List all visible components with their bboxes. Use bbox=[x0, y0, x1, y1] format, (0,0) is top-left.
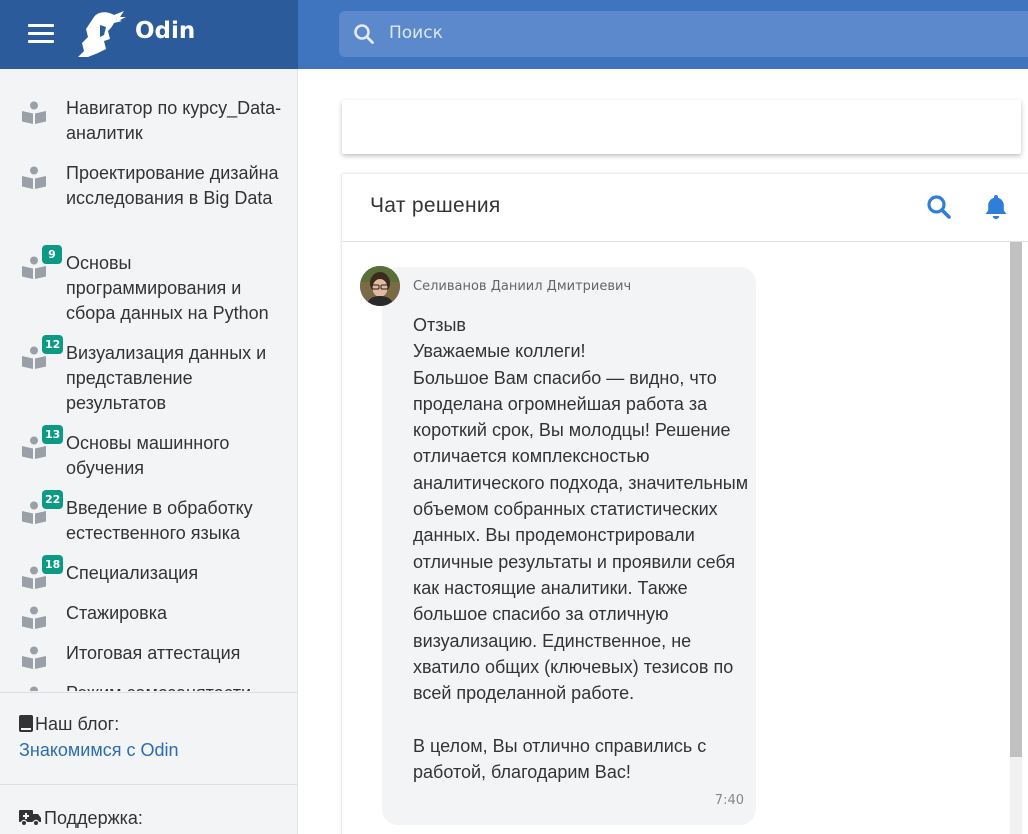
sidebar-nav-item-label: Специализация bbox=[66, 563, 199, 583]
sidebar-nav-item-label: Режим самозанятости bbox=[66, 681, 286, 691]
chat-scrollbar-thumb[interactable] bbox=[1010, 242, 1022, 757]
book-reader-icon bbox=[22, 646, 46, 669]
chat-panel: Чат решения Селиванов Даниил Дмитриевич … bbox=[342, 174, 1028, 834]
odin-logo-icon bbox=[78, 11, 126, 57]
course-nav-list: Навигатор по курсу_Data-аналитик Проектир… bbox=[0, 69, 298, 691]
search-input[interactable]: Поиск bbox=[339, 11, 1028, 57]
blog-link[interactable]: Знакомимся с Odin bbox=[19, 740, 179, 761]
sidebar-divider bbox=[0, 692, 298, 693]
chat-message-bubble: Селиванов Даниил Дмитриевич Отзыв Уважае… bbox=[382, 267, 756, 825]
main-content: Чат решения Селиванов Даниил Дмитриевич … bbox=[299, 69, 1028, 834]
sidebar-divider bbox=[0, 784, 298, 785]
book-reader-icon bbox=[22, 166, 46, 189]
hamburger-menu-icon[interactable] bbox=[28, 24, 54, 44]
unread-count-badge: 9 bbox=[42, 245, 62, 264]
solution-card bbox=[342, 100, 1021, 154]
blog-label-text: Наш блог: bbox=[35, 714, 120, 734]
message-sender: Селиванов Даниил Дмитриевич bbox=[413, 279, 632, 294]
truck-medical-icon bbox=[19, 810, 41, 827]
topbar-brand-area: Odin bbox=[0, 0, 298, 69]
support-label-text: Поддержка: bbox=[44, 808, 143, 828]
sidebar-nav-item-label: Проектирование дизайна исследования в Bi… bbox=[66, 163, 279, 208]
unread-count-badge: 18 bbox=[42, 555, 64, 574]
sidebar-nav-item-label: Навигатор по курсу_Data-аналитик bbox=[66, 98, 282, 143]
chat-search-icon[interactable] bbox=[926, 194, 952, 220]
sidebar-nav-item-label: Итоговая аттестация bbox=[66, 643, 241, 663]
unread-count-badge: 12 bbox=[42, 335, 64, 354]
sidebar-nav-item[interactable]: Проектирование дизайна исследования в Bi… bbox=[0, 161, 298, 241]
sidebar-nav-item-label: Основы машинного обучения bbox=[66, 433, 230, 478]
book-icon bbox=[19, 715, 33, 732]
sidebar-nav-item-label: Введение в обработку естественного языка bbox=[66, 498, 253, 543]
search-placeholder: Поиск bbox=[389, 23, 443, 43]
brand-name[interactable]: Odin bbox=[135, 18, 195, 44]
book-reader-icon bbox=[22, 606, 46, 629]
blog-label: Наш блог: bbox=[19, 714, 119, 735]
chat-title: Чат решения bbox=[370, 194, 501, 217]
book-reader-icon bbox=[22, 101, 46, 124]
book-reader-icon bbox=[30, 686, 38, 691]
unread-count-badge: 13 bbox=[42, 425, 64, 444]
sender-avatar[interactable] bbox=[360, 266, 400, 306]
message-time: 7:40 bbox=[714, 793, 744, 808]
search-icon bbox=[354, 24, 374, 44]
sidebar-nav-item-label: Основы программирования и сбора данных н… bbox=[66, 253, 269, 323]
sidebar-nav-item-label: Стажировка bbox=[66, 603, 168, 623]
message-text: Отзыв Уважаемые коллеги! Большое Вам спа… bbox=[413, 315, 749, 783]
bell-icon[interactable] bbox=[984, 193, 1008, 221]
chat-header: Чат решения bbox=[342, 174, 1028, 242]
unread-count-badge: 22 bbox=[42, 490, 64, 509]
sidebar-nav-item[interactable]: Режим самозанятости bbox=[0, 681, 298, 691]
sidebar-nav-item-label: Визуализация данных и представление резу… bbox=[66, 343, 267, 413]
sidebar: Навигатор по курсу_Data-аналитик Проектир… bbox=[0, 69, 298, 834]
support-label: Поддержка: bbox=[19, 808, 143, 829]
sidebar-nav-item[interactable]: 12 Визуализация данных и представление ре… bbox=[0, 335, 298, 421]
avatar-photo-icon bbox=[360, 266, 400, 306]
sidebar-nav-item[interactable]: 9 Основы программирования и сбора данных … bbox=[0, 245, 298, 331]
